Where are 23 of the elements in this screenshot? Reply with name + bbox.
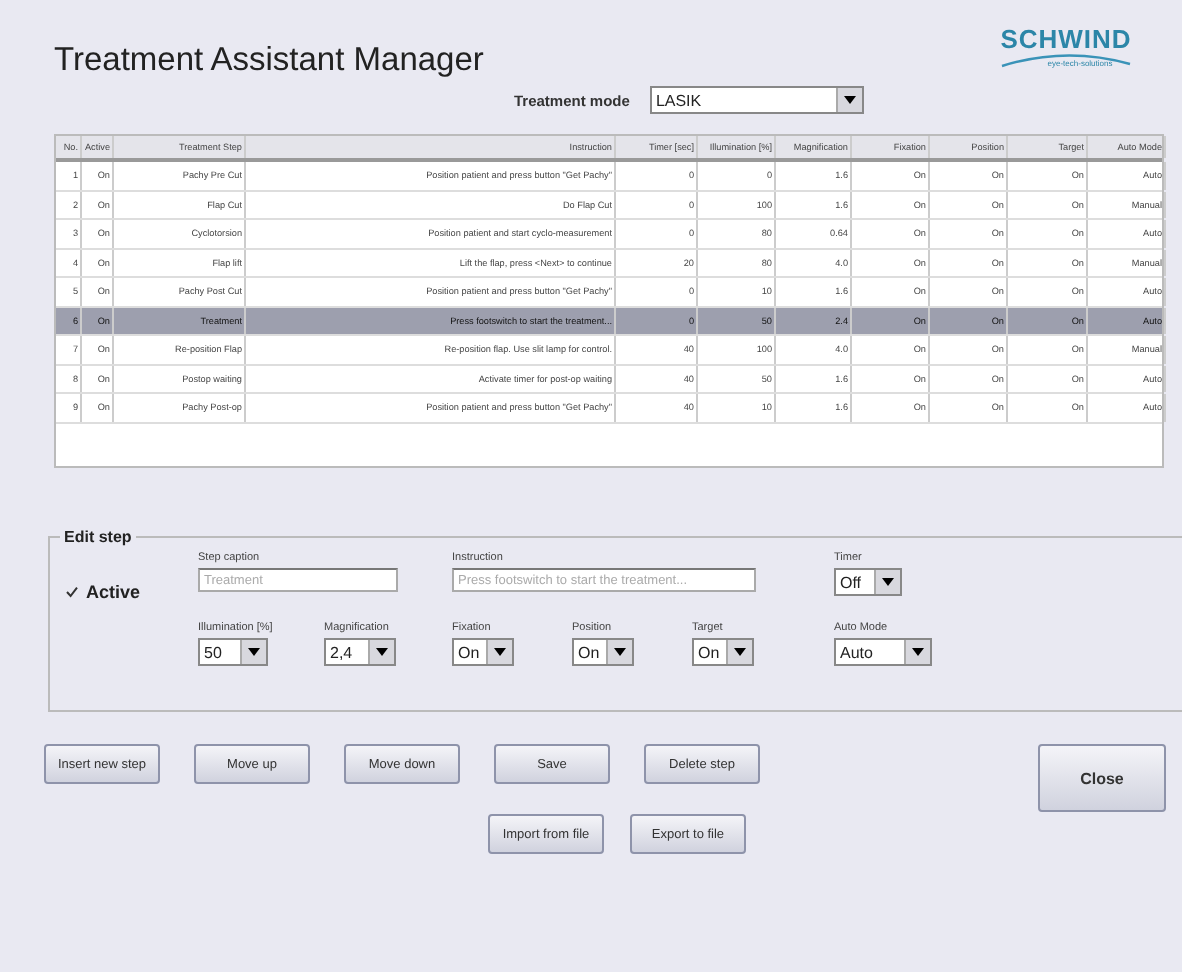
timer-dropdown[interactable]: Off	[834, 568, 902, 596]
swoosh-icon	[998, 52, 1134, 68]
dropdown[interactable]: On	[572, 638, 634, 666]
close-button[interactable]: Close	[1038, 744, 1166, 812]
group-title: Edit step	[62, 528, 134, 546]
checkbox-label: Active	[86, 582, 141, 602]
treatment-mode-dropdown[interactable]: LASIK	[649, 86, 864, 114]
dropdown-arrow-icon	[493, 648, 506, 656]
dropdown[interactable]: 2,4	[324, 638, 397, 666]
dropdown-arrow-icon	[882, 578, 894, 586]
dropdown[interactable]: 50	[198, 638, 268, 666]
active-checkbox[interactable]	[66, 586, 78, 598]
dropdown[interactable]: Auto	[834, 638, 932, 666]
dropdown-arrow-icon	[733, 648, 746, 656]
window-title: Treatment Assistant Manager	[54, 42, 484, 80]
dropdown-arrow-icon	[843, 96, 856, 104]
dropdown[interactable]: On	[692, 638, 754, 666]
dropdown-arrow-icon	[613, 648, 626, 656]
dropdown-arrow-icon	[248, 648, 260, 656]
dropdown[interactable]: On	[452, 638, 514, 666]
logo-wordmark: SCHWIND	[1000, 24, 1132, 54]
dropdown-arrow-icon	[912, 648, 924, 656]
dropdown-arrow-icon	[376, 648, 389, 656]
